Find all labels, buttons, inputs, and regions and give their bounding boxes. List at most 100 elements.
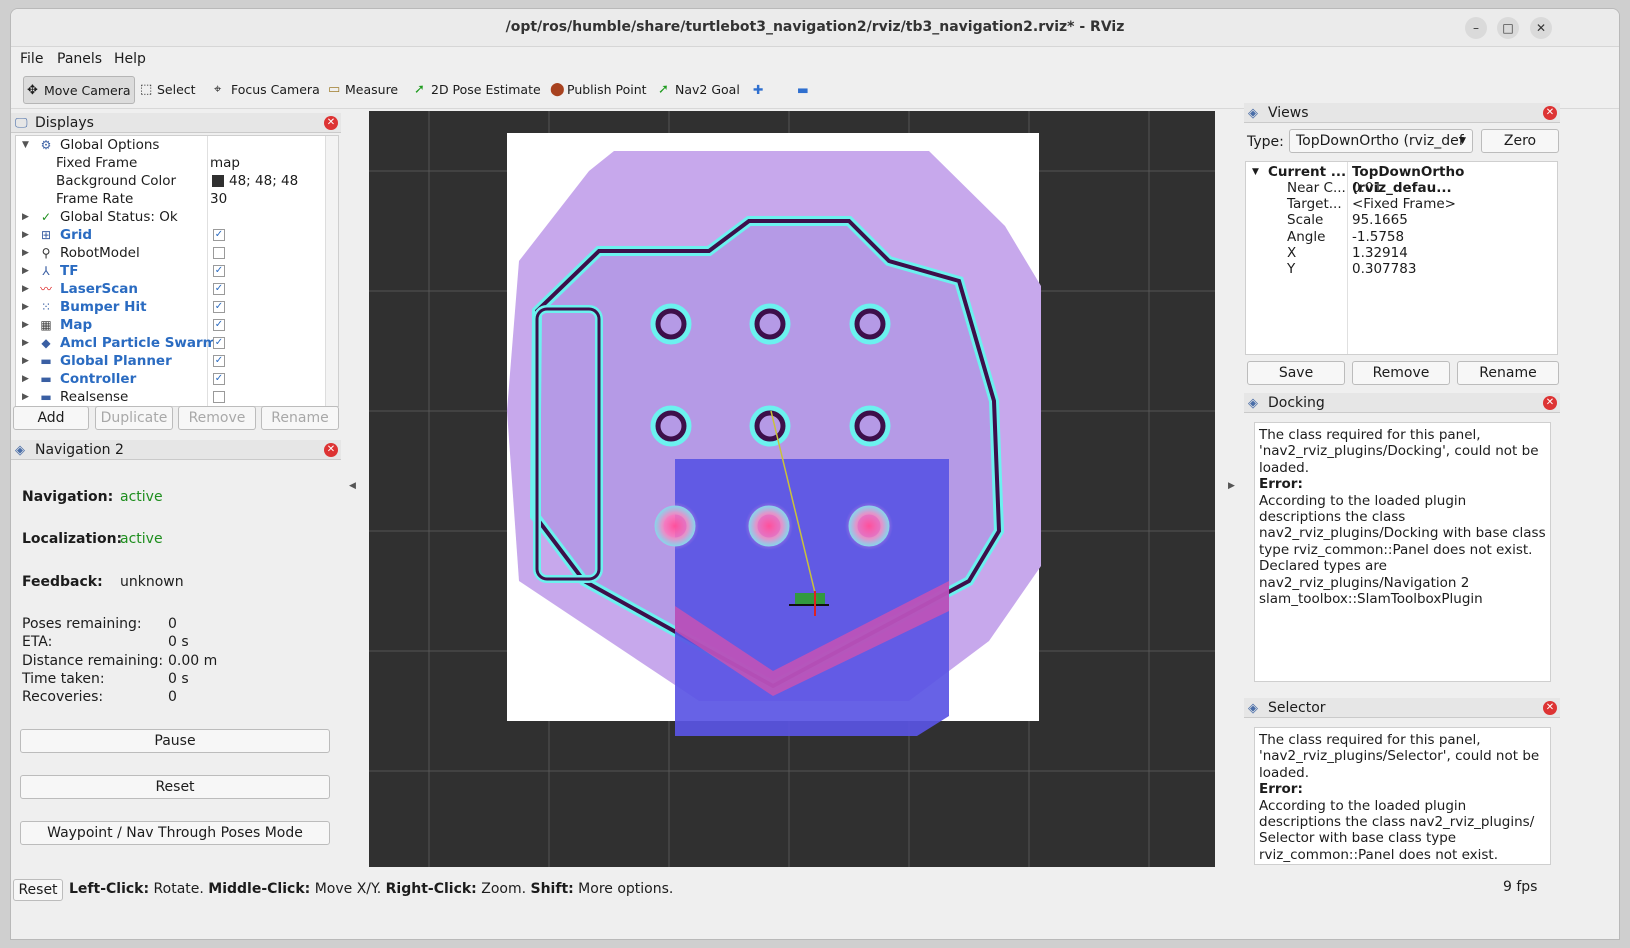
property-value[interactable]: -1.5758 [1352, 229, 1404, 245]
tool-select[interactable]: ⬚ Select [137, 76, 205, 104]
expand-arrow-icon[interactable]: ▶ [22, 298, 29, 316]
property-value[interactable]: 1.32914 [1352, 245, 1408, 261]
pause-button[interactable]: Pause [20, 729, 330, 753]
close-icon[interactable]: ✕ [1543, 396, 1557, 410]
tool-move-camera[interactable]: ✥ Move Camera [23, 76, 135, 104]
map-canvas[interactable] [369, 111, 1215, 867]
collapse-arrow-icon[interactable]: ▼ [1252, 164, 1259, 180]
close-button[interactable]: ✕ [1530, 17, 1552, 39]
property-value[interactable]: 95.1665 [1352, 212, 1408, 228]
tool-publish-point[interactable]: ⬤ Publish Point [547, 76, 649, 104]
tool-measure[interactable]: ▭ Measure [325, 76, 405, 104]
views-title: Views [1268, 105, 1309, 121]
property-row[interactable]: ▼ Current ... TopDownOrtho (rviz_defau..… [1246, 164, 1557, 196]
tree-row-background-color[interactable]: Background Color 48; 48; 48 [16, 172, 332, 190]
enable-checkbox[interactable]: ✓ [213, 229, 225, 241]
tree-value[interactable]: map [210, 154, 240, 172]
save-view-button[interactable]: Save [1247, 361, 1345, 385]
property-value[interactable]: <Fixed Frame> [1352, 196, 1456, 212]
expand-arrow-icon[interactable]: ▶ [22, 208, 29, 226]
reset-view-button[interactable]: Reset [13, 879, 63, 901]
close-icon[interactable]: ✕ [324, 443, 338, 457]
fps-readout: 9 fps [1503, 879, 1538, 895]
tree-row-robotmodel[interactable]: ▶ ⚲ RobotModel [16, 244, 332, 262]
tree-row-bumper-hit[interactable]: ▶ ⁙ Bumper Hit ✓ [16, 298, 332, 316]
collapse-right-icon[interactable]: ▶ [1228, 481, 1235, 491]
property-row[interactable]: Near C... 0.01 [1246, 180, 1557, 196]
tool-focus-camera[interactable]: ⌖ Focus Camera [211, 76, 321, 104]
view-type-select[interactable]: TopDownOrtho (rviz_def ▼ [1289, 129, 1473, 153]
tree-row-tf[interactable]: ▶ ⅄ TF ✓ [16, 262, 332, 280]
tree-scrollbar[interactable] [325, 136, 338, 406]
tree-value[interactable]: 30 [210, 190, 227, 208]
tree-label: Fixed Frame [56, 155, 138, 171]
tree-row-controller[interactable]: ▶ ▬ Controller ✓ [16, 370, 332, 388]
tree-row-fixed-frame[interactable]: Fixed Frame map [16, 154, 332, 172]
tool-nav2-goal[interactable]: ➚ Nav2 Goal [655, 76, 745, 104]
enable-checkbox[interactable]: ✓ [213, 301, 225, 313]
add-display-button[interactable]: Add [13, 406, 89, 430]
selector-panel-header: ◈ Selector ✕ [1244, 698, 1560, 718]
enable-checkbox[interactable] [213, 391, 225, 403]
menu-panels[interactable]: Panels [57, 51, 102, 67]
collapse-arrow-icon[interactable]: ▼ [22, 136, 29, 154]
enable-checkbox[interactable]: ✓ [213, 337, 225, 349]
close-icon[interactable]: ✕ [1543, 106, 1557, 120]
tree-value[interactable]: 48; 48; 48 [229, 172, 298, 190]
collapse-left-icon[interactable]: ◀ [349, 481, 356, 491]
error-label: Error: [1259, 781, 1303, 798]
tool-2d-pose-estimate[interactable]: ➚ 2D Pose Estimate [411, 76, 541, 104]
expand-arrow-icon[interactable]: ▶ [22, 370, 29, 388]
menu-file[interactable]: File [20, 51, 43, 67]
property-value[interactable]: 0.01 [1352, 180, 1382, 196]
zero-button[interactable]: Zero [1481, 129, 1559, 153]
duplicate-display-button[interactable]: Duplicate [95, 406, 173, 430]
rename-view-button[interactable]: Rename [1457, 361, 1559, 385]
render-viewport[interactable] [369, 111, 1215, 867]
tree-row-map[interactable]: ▶ ▦ Map ✓ [16, 316, 332, 334]
enable-checkbox[interactable]: ✓ [213, 373, 225, 385]
property-row[interactable]: Scale 95.1665 [1246, 212, 1557, 228]
property-row[interactable]: Angle -1.5758 [1246, 229, 1557, 245]
expand-arrow-icon[interactable]: ▶ [22, 334, 29, 352]
expand-arrow-icon[interactable]: ▶ [22, 388, 29, 406]
property-row[interactable]: Target... <Fixed Frame> [1246, 196, 1557, 212]
waypoint-mode-button[interactable]: Waypoint / Nav Through Poses Mode [20, 821, 330, 845]
remove-view-button[interactable]: Remove [1352, 361, 1450, 385]
diamond-icon: ◈ [1248, 396, 1258, 411]
remove-tool-button[interactable]: ▬ [793, 76, 817, 104]
property-row[interactable]: X 1.32914 [1246, 245, 1557, 261]
close-icon[interactable]: ✕ [1543, 701, 1557, 715]
expand-arrow-icon[interactable]: ▶ [22, 226, 29, 244]
expand-arrow-icon[interactable]: ▶ [22, 244, 29, 262]
minimize-button[interactable]: – [1465, 17, 1487, 39]
tree-row-global-options[interactable]: ▼ ⚙ Global Options [16, 136, 332, 154]
tree-row-global-planner[interactable]: ▶ ▬ Global Planner ✓ [16, 352, 332, 370]
tree-row-frame-rate[interactable]: Frame Rate 30 [16, 190, 332, 208]
close-icon[interactable]: ✕ [324, 116, 338, 130]
expand-arrow-icon[interactable]: ▶ [22, 352, 29, 370]
tree-row-global-status[interactable]: ▶ ✓ Global Status: Ok [16, 208, 332, 226]
add-tool-button[interactable]: ✚ [749, 76, 771, 104]
enable-checkbox[interactable] [213, 247, 225, 259]
tree-row-realsense[interactable]: ▶ ▬ Realsense [16, 388, 332, 406]
expand-arrow-icon[interactable]: ▶ [22, 280, 29, 298]
reset-nav-button[interactable]: Reset [20, 775, 330, 799]
publish-point-icon: ⬤ [550, 82, 565, 97]
property-row[interactable]: Y 0.307783 [1246, 261, 1557, 277]
property-value[interactable]: 0.307783 [1352, 261, 1416, 277]
enable-checkbox[interactable]: ✓ [213, 283, 225, 295]
rename-display-button[interactable]: Rename [261, 406, 339, 430]
tree-row-laserscan[interactable]: ▶ 〰 LaserScan ✓ [16, 280, 332, 298]
enable-checkbox[interactable]: ✓ [213, 319, 225, 331]
enable-checkbox[interactable]: ✓ [213, 355, 225, 367]
enable-checkbox[interactable]: ✓ [213, 265, 225, 277]
stat-value: 0 s [168, 634, 189, 650]
expand-arrow-icon[interactable]: ▶ [22, 262, 29, 280]
tree-row-grid[interactable]: ▶ ⊞ Grid ✓ [16, 226, 332, 244]
expand-arrow-icon[interactable]: ▶ [22, 316, 29, 334]
remove-display-button[interactable]: Remove [178, 406, 256, 430]
tree-row-amcl-particle-swarm[interactable]: ▶ ◆ Amcl Particle Swarm ✓ [16, 334, 332, 352]
menu-help[interactable]: Help [114, 51, 146, 67]
maximize-button[interactable]: □ [1497, 17, 1519, 39]
